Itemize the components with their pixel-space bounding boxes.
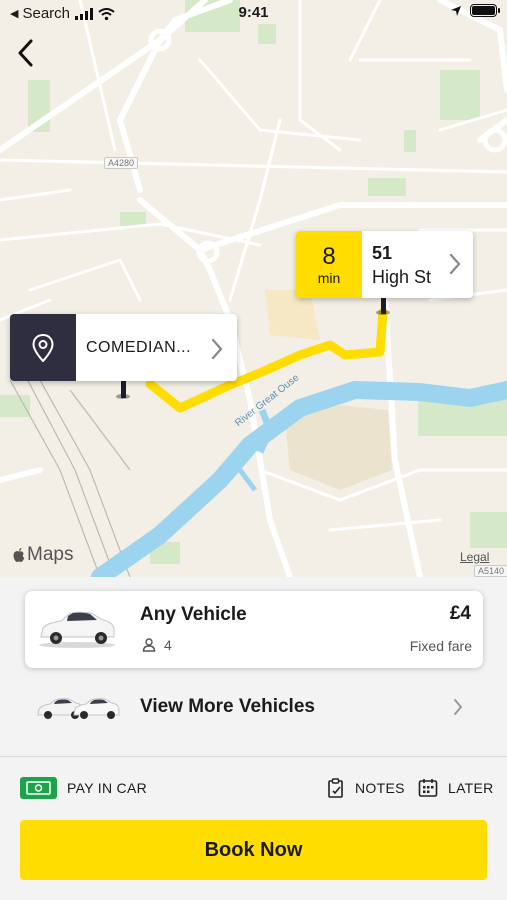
- payment-method[interactable]: PAY IN CAR: [67, 780, 147, 796]
- eta-minutes: 8: [322, 242, 336, 270]
- road-label: A4280: [104, 157, 139, 169]
- pickup-marker-card[interactable]: COMEDIAN...: [10, 314, 237, 381]
- eta-box: 8 min: [296, 231, 362, 298]
- book-now-button[interactable]: Book Now: [20, 820, 487, 880]
- car-image: [39, 611, 115, 648]
- eta-unit: min: [317, 269, 341, 286]
- chevron-right-icon: [449, 253, 461, 275]
- chevron-left-icon: [18, 39, 33, 67]
- location-arrow-icon: [451, 5, 461, 16]
- location-pin-icon: [32, 333, 54, 362]
- battery-icon: [470, 4, 500, 17]
- status-bar: ◀ Search 9:41: [0, 0, 507, 28]
- pickup-pin-stem: [121, 380, 126, 398]
- maps-brand-text: Maps: [27, 544, 74, 565]
- later-label: LATER: [448, 780, 494, 796]
- later-button[interactable]: LATER: [418, 775, 494, 801]
- pickup-icon-box: [10, 314, 76, 381]
- vehicle-seats: 4: [142, 637, 172, 653]
- legal-link[interactable]: Legal: [460, 550, 489, 564]
- seat-count: 4: [164, 637, 172, 653]
- divider: [0, 756, 507, 757]
- fare-type: Fixed fare: [409, 638, 472, 654]
- cars-image: [37, 698, 120, 719]
- booking-options: PAY IN CAR NOTES LATER: [0, 773, 507, 803]
- status-time: 9:41: [238, 4, 269, 21]
- vehicle-option-card[interactable]: Any Vehicle 4 £4 Fixed fare: [25, 591, 483, 668]
- road-label: A5140: [474, 565, 507, 577]
- chevron-right-icon: [211, 338, 223, 360]
- booking-sheet: Any Vehicle 4 £4 Fixed fare View More Ve…: [0, 577, 507, 900]
- notes-button[interactable]: NOTES: [327, 775, 405, 801]
- person-icon: [142, 638, 156, 652]
- view-more-vehicles-row[interactable]: View More Vehicles: [0, 675, 507, 741]
- destination-marker-card[interactable]: 8 min 51 High St: [296, 231, 473, 298]
- notes-label: NOTES: [355, 780, 405, 796]
- maps-logo: Maps: [12, 544, 73, 566]
- back-button[interactable]: [10, 36, 40, 70]
- destination-pin-stem: [381, 296, 386, 314]
- map-view[interactable]: A4280 A5140 River Great Ouse ◀ Search 9:…: [0, 0, 507, 577]
- calendar-icon: [418, 779, 438, 797]
- vehicle-price: £4: [449, 603, 471, 624]
- cash-icon: [20, 777, 57, 799]
- vehicle-title: Any Vehicle: [140, 604, 247, 625]
- chevron-right-icon: [454, 699, 463, 715]
- view-more-vehicles-label: View More Vehicles: [140, 696, 315, 717]
- apple-logo-icon: [13, 548, 25, 562]
- notes-icon: [328, 778, 343, 798]
